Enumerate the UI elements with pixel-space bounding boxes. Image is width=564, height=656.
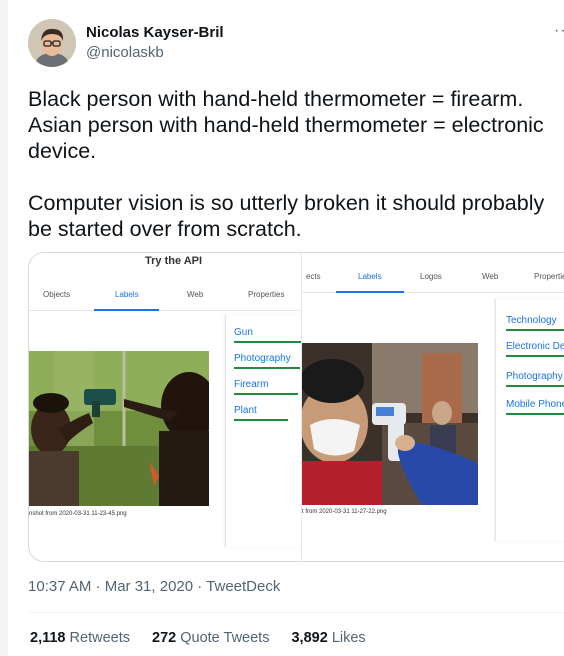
likes-count: 3,892 bbox=[291, 630, 328, 646]
label-firearm[interactable]: Firearm bbox=[234, 379, 268, 390]
image-caption: nshot from 2020-03-31 11-23-45.png bbox=[29, 511, 127, 517]
tab-properties[interactable]: Propertie bbox=[534, 272, 564, 281]
tweet-media[interactable]: Try the API Objects Labels Web Propertie… bbox=[28, 252, 564, 562]
label-mobile-phone[interactable]: Mobile Phone bbox=[506, 399, 564, 410]
tab-row: Objects Labels Web Properties bbox=[29, 281, 301, 311]
retweets-label: Retweets bbox=[69, 630, 130, 646]
avatar[interactable] bbox=[28, 19, 76, 67]
api-screenshot-left: Try the API Objects Labels Web Propertie… bbox=[29, 253, 301, 561]
tab-properties[interactable]: Properties bbox=[248, 290, 284, 299]
tab-web[interactable]: Web bbox=[187, 290, 203, 299]
label-bar bbox=[506, 355, 564, 357]
api-screenshot-right: ects Labels Logos Web Propertie t from 2… bbox=[301, 253, 564, 561]
tab-objects[interactable]: ects bbox=[306, 272, 321, 281]
tweet-text: Black person with hand-held thermometer … bbox=[28, 87, 545, 241]
tab-labels[interactable]: Labels bbox=[115, 290, 139, 299]
label-bar bbox=[234, 341, 301, 343]
api-title: Try the API bbox=[145, 255, 203, 267]
label-bar bbox=[506, 385, 564, 387]
author-handle[interactable]: @nicolaskb bbox=[86, 44, 164, 61]
label-bar bbox=[506, 329, 564, 331]
likes-label: Likes bbox=[331, 630, 366, 646]
avatar-image bbox=[28, 19, 76, 67]
quote-tweets-stat[interactable]: 272 Quote Tweets bbox=[152, 630, 269, 646]
label-photography[interactable]: Photography bbox=[234, 353, 291, 364]
photo-thermometer-right bbox=[302, 343, 478, 505]
active-tab-underline bbox=[94, 309, 159, 311]
label-technology[interactable]: Technology bbox=[506, 315, 557, 326]
tab-logos[interactable]: Logos bbox=[420, 272, 442, 281]
author-name[interactable]: Nicolas Kayser-Bril bbox=[86, 24, 224, 41]
tweet-card: Nicolas Kayser-Bril @nicolaskb ··· Black… bbox=[0, 0, 564, 656]
label-electronic-device[interactable]: Electronic De bbox=[506, 341, 564, 352]
label-gun[interactable]: Gun bbox=[234, 327, 253, 338]
label-bar bbox=[234, 419, 288, 421]
tab-row: ects Labels Logos Web Propertie bbox=[302, 263, 564, 293]
labels-panel: Technology Electronic De Photography Mob… bbox=[495, 299, 564, 541]
quote-tweets-count: 272 bbox=[152, 630, 177, 646]
label-plant[interactable]: Plant bbox=[234, 405, 257, 416]
more-options-icon[interactable]: ··· bbox=[554, 22, 564, 40]
likes-stat[interactable]: 3,892 Likes bbox=[291, 630, 365, 646]
label-bar bbox=[234, 367, 300, 369]
retweets-stat[interactable]: 2,118 Retweets bbox=[30, 630, 130, 646]
label-photography[interactable]: Photography bbox=[506, 371, 563, 382]
label-bar bbox=[234, 393, 298, 395]
label-bar bbox=[506, 413, 564, 415]
quote-tweets-label: Quote Tweets bbox=[180, 630, 270, 646]
tab-objects[interactable]: Objects bbox=[43, 290, 70, 299]
tweet-stats: 2,118 Retweets 272 Quote Tweets 3,892 Li… bbox=[30, 630, 384, 646]
image-caption: t from 2020-03-31 11-27-22.png bbox=[302, 509, 387, 515]
divider bbox=[28, 612, 564, 613]
labels-panel: Gun Photography Firearm Plant bbox=[225, 315, 301, 547]
tab-web[interactable]: Web bbox=[482, 272, 498, 281]
photo-thermometer-left bbox=[29, 351, 209, 506]
active-tab-underline bbox=[336, 291, 404, 293]
retweets-count: 2,118 bbox=[30, 630, 66, 646]
tweet-timestamp[interactable]: 10:37 AM · Mar 31, 2020 · TweetDeck bbox=[28, 578, 280, 595]
tab-labels[interactable]: Labels bbox=[358, 272, 382, 281]
